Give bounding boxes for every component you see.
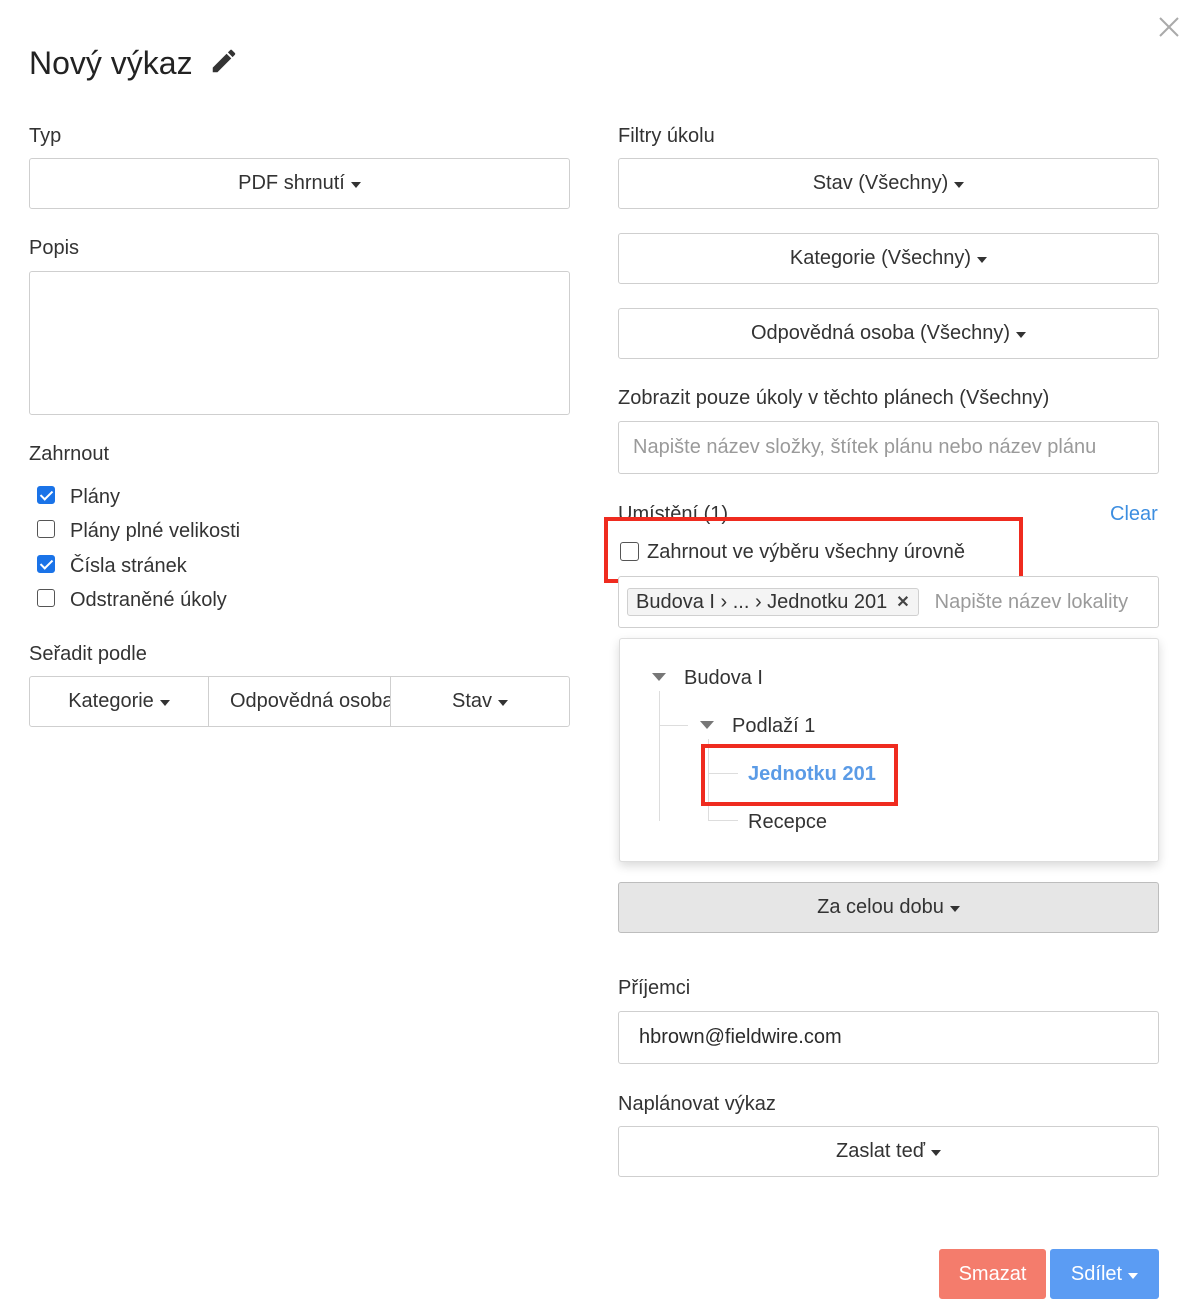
caret-down-icon: [931, 1150, 941, 1156]
plans-filter-input[interactable]: Napište název složky, štítek plánu nebo …: [618, 421, 1159, 474]
pencil-icon[interactable]: [209, 46, 239, 76]
include-label: Zahrnout: [29, 443, 110, 465]
include-deleted-tasks-label: Odstraněné úkoly: [70, 589, 227, 611]
location-tag-text: Budova I › ... › Jednotku 201: [636, 590, 888, 613]
date-range-value: Za celou dobu: [817, 896, 944, 918]
tree-line: [659, 691, 660, 821]
delete-button-label: Smazat: [958, 1262, 1027, 1285]
description-label: Popis: [29, 237, 80, 259]
sort-label: Seřadit podle: [29, 643, 147, 665]
annotation-highlight-box: [604, 517, 1023, 583]
tree-node-reception[interactable]: Recepce: [748, 811, 827, 834]
caret-down-icon: [159, 700, 170, 706]
sort-assignee-button[interactable]: Odpovědná osoba: [208, 676, 391, 727]
sort-status-label: Stav: [451, 690, 493, 712]
delete-button[interactable]: Smazat: [939, 1249, 1046, 1299]
plans-filter-label: Zobrazit pouze úkoly v těchto plánech (V…: [618, 387, 1050, 409]
recipients-label: Příjemci: [618, 977, 691, 999]
annotation-highlight-box: [701, 744, 898, 806]
status-filter-value: Stav (Všechny): [812, 172, 949, 194]
include-full-size-plans-checkbox[interactable]: [37, 520, 55, 538]
schedule-label: Naplánovat výkaz: [618, 1093, 776, 1115]
tree-node-floor[interactable]: Podlaží 1: [732, 715, 815, 738]
close-icon[interactable]: [1158, 16, 1180, 38]
plans-filter-placeholder: Napište název složky, štítek plánu nebo …: [633, 436, 1097, 458]
tree-line: [708, 820, 738, 821]
recipients-value: hbrown@fieldwire.com: [639, 1026, 842, 1048]
sort-category-button[interactable]: Kategorie: [29, 676, 209, 727]
recipients-input[interactable]: hbrown@fieldwire.com: [618, 1011, 1159, 1064]
schedule-dropdown[interactable]: Zaslat teď: [618, 1126, 1159, 1177]
type-label: Typ: [29, 125, 62, 147]
location-input-placeholder: Napište název lokality: [934, 590, 1129, 613]
include-page-numbers-checkbox[interactable]: [37, 555, 55, 573]
sort-status-button[interactable]: Stav: [390, 676, 570, 727]
remove-tag-icon[interactable]: ✕: [896, 592, 909, 612]
type-dropdown-value: PDF shrnutí: [238, 172, 345, 194]
caret-down-icon: [498, 700, 509, 706]
share-button-label: Sdílet: [1070, 1262, 1123, 1285]
caret-down-icon: [1128, 1272, 1139, 1279]
sort-category-label: Kategorie: [68, 690, 154, 712]
include-plans-label: Plány: [70, 486, 121, 508]
include-page-numbers-label: Čísla stránek: [70, 555, 187, 577]
category-filter-dropdown[interactable]: Kategorie (Všechny): [618, 233, 1159, 284]
clear-location-link[interactable]: Clear: [1110, 503, 1158, 526]
include-full-size-plans-label: Plány plné velikosti: [70, 520, 241, 542]
location-tag: Budova I › ... › Jednotku 201 ✕: [627, 588, 919, 616]
include-plans-checkbox[interactable]: [37, 486, 55, 504]
caret-down-icon: [350, 182, 361, 188]
date-range-dropdown[interactable]: Za celou dobu: [618, 882, 1159, 933]
type-dropdown[interactable]: PDF shrnutí: [29, 158, 570, 209]
caret-down-icon: [977, 257, 988, 263]
description-textarea[interactable]: [29, 271, 570, 415]
expand-caret-icon[interactable]: [652, 673, 666, 681]
status-filter-dropdown[interactable]: Stav (Všechny): [618, 158, 1159, 209]
assignee-filter-value: Odpovědná osoba (Všechny): [750, 322, 1011, 344]
task-filters-label: Filtry úkolu: [618, 125, 715, 147]
assignee-filter-dropdown[interactable]: Odpovědná osoba (Všechny): [618, 308, 1159, 359]
category-filter-value: Kategorie (Všechny): [789, 247, 972, 269]
caret-down-icon: [1016, 332, 1027, 338]
share-button[interactable]: Sdílet: [1050, 1249, 1159, 1299]
page-title-text: Nový výkaz: [29, 45, 193, 81]
include-deleted-tasks-checkbox[interactable]: [37, 589, 55, 607]
location-input[interactable]: Budova I › ... › Jednotku 201 ✕ Napište …: [618, 576, 1159, 628]
schedule-value: Zaslat teď: [836, 1140, 925, 1162]
expand-caret-icon[interactable]: [700, 721, 714, 729]
sort-assignee-label: Odpovědná osoba: [230, 690, 391, 712]
tree-line: [660, 725, 688, 726]
tree-node-building[interactable]: Budova I: [684, 667, 763, 690]
caret-down-icon: [949, 906, 960, 912]
caret-down-icon: [954, 182, 965, 188]
page-title: Nový výkaz: [29, 44, 239, 82]
